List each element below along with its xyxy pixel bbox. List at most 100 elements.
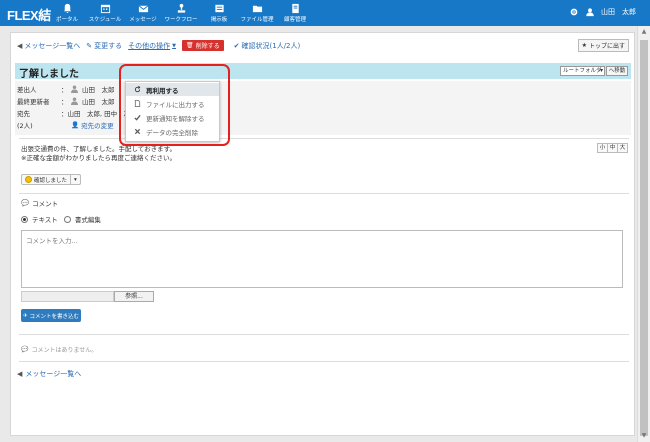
- nav-file-management[interactable]: ファイル管理: [238, 0, 276, 26]
- browse-button[interactable]: 参照...: [114, 291, 154, 302]
- nav-message[interactable]: メッセージ: [124, 0, 162, 26]
- file-path-field[interactable]: [21, 291, 114, 302]
- confirmed-label: 確認しました: [34, 177, 68, 184]
- check-circle-icon: ✔: [233, 41, 240, 50]
- delete-label: 削除する: [195, 43, 220, 50]
- nav-board[interactable]: 掲示板: [200, 0, 238, 26]
- text-radio[interactable]: [21, 215, 28, 223]
- footer-back-label: メッセージ一覧へ: [25, 370, 82, 378]
- font-size-large-button[interactable]: 大: [617, 143, 628, 153]
- scroll-up-arrow-icon[interactable]: ▲: [638, 26, 650, 38]
- rich-format-radio-label[interactable]: 書式編集: [75, 214, 101, 224]
- board-icon: [214, 4, 224, 13]
- workflow-icon: [177, 3, 185, 13]
- confirm-status-label: 確認状況(1人/2人): [241, 41, 301, 50]
- edit-icon: ✎: [86, 41, 93, 50]
- user-area: 山田 太郎: [569, 7, 636, 17]
- user-icon: [586, 8, 594, 17]
- user-name[interactable]: 山田 太郎: [601, 7, 636, 17]
- triangle-left-icon: ◀: [17, 370, 23, 378]
- nav-label: ワークフロー: [164, 17, 198, 23]
- nav-label: スケジュール: [88, 17, 122, 23]
- user-icon: [71, 97, 78, 105]
- sender-value[interactable]: 山田 太郎: [82, 84, 115, 94]
- body-line-2: ※正確な金額がわかりましたら再度ご連絡ください。: [21, 154, 176, 162]
- comment-heading: 💬 コメント: [21, 198, 58, 208]
- confirmed-button[interactable]: 確認しました ▾: [21, 174, 81, 185]
- smile-icon: [25, 176, 32, 183]
- message-body: 出張交通費の件、了解しました。手配しておきます。 ※正確な金額がわかりましたら再…: [21, 145, 176, 163]
- other-operations-label: その他の操作: [128, 41, 171, 50]
- post-comment-button[interactable]: ✈ コメントを書き込む: [21, 309, 81, 322]
- edit-link[interactable]: ✎ 変更する: [86, 41, 122, 51]
- nav-label: メッセージ: [129, 17, 157, 23]
- move-button[interactable]: へ移動: [606, 66, 628, 76]
- divider: [19, 193, 629, 194]
- divider: [19, 334, 629, 335]
- no-comment-label: コメントはありません。: [31, 347, 98, 354]
- scroll-thumb[interactable]: [640, 40, 648, 436]
- sender-key: 差出人: [17, 86, 37, 94]
- to-key: 宛先: [17, 110, 30, 118]
- confirmed-main[interactable]: 確認しました: [22, 175, 72, 184]
- folder-icon: [252, 5, 262, 13]
- message-title-bar: 了解しました ルートフォルダ へ移動: [15, 63, 631, 80]
- star-icon: ★: [581, 42, 587, 49]
- nav-schedule[interactable]: スケジュール: [86, 0, 124, 26]
- body-line-1: 出張交通費の件、了解しました。手配しておきます。: [21, 145, 176, 153]
- nav-portal[interactable]: ポータル: [48, 0, 86, 26]
- nav-label: 顧客管理: [283, 17, 306, 23]
- user-icon: [71, 85, 78, 93]
- message-title: 了解しました: [19, 69, 79, 80]
- triangle-left-icon: ◀: [17, 41, 23, 50]
- nav-label: 掲示板: [210, 17, 228, 23]
- send-icon: ✈: [22, 312, 28, 319]
- envelope-icon: [138, 5, 148, 13]
- back-to-list-label: メッセージ一覧へ: [24, 41, 81, 50]
- footer-back-to-list-link[interactable]: ◀ メッセージ一覧へ: [17, 369, 81, 379]
- main-nav: ポータル スケジュール メッセージ ワークフロー 掲示板 ファイル管理 顧客管理: [48, 0, 314, 26]
- back-to-list-link[interactable]: ◀ メッセージ一覧へ: [17, 41, 80, 51]
- highlight-callout: [119, 64, 230, 146]
- change-recipients-link[interactable]: 👤 宛先の変更: [71, 120, 114, 130]
- scroll-down-arrow-icon[interactable]: ▼: [638, 430, 650, 442]
- nav-workflow[interactable]: ワークフロー: [162, 0, 200, 26]
- message-toolbar: ◀ メッセージ一覧へ ✎ 変更する その他の操作 ▼ 🗑 削除する ✔ 確認状況…: [17, 39, 629, 52]
- comment-heading-label: コメント: [32, 200, 59, 208]
- customer-icon: [291, 3, 299, 14]
- other-operations-menu[interactable]: その他の操作 ▼: [128, 41, 176, 51]
- rich-format-radio[interactable]: [63, 215, 71, 223]
- calendar-icon: [100, 4, 110, 14]
- speech-bubble-icon: 💬: [21, 199, 30, 207]
- to-top-button[interactable]: ★ トップに出す: [577, 39, 629, 52]
- app-logo[interactable]: FLEX結: [7, 5, 51, 24]
- font-size-buttons: 小 中 大: [597, 143, 628, 153]
- user-icon: 👤: [71, 121, 80, 129]
- change-recipients-label: 宛先の変更: [81, 122, 114, 130]
- folder-select[interactable]: ルートフォルダ: [560, 66, 605, 76]
- nav-label: ポータル: [55, 17, 78, 23]
- updater-key: 最終更新者: [17, 98, 50, 106]
- post-comment-label: コメントを書き込む: [29, 313, 80, 320]
- updater-value[interactable]: 山田 太郎: [82, 96, 115, 106]
- top-header: FLEX結 ポータル スケジュール メッセージ ワークフロー 掲示板 ファイル管…: [0, 0, 650, 26]
- no-comment-notice: 💬 コメントはありません。: [21, 345, 97, 354]
- comment-input[interactable]: [21, 230, 623, 288]
- nav-label: ファイル管理: [240, 17, 274, 23]
- nav-customer-management[interactable]: 顧客管理: [276, 0, 314, 26]
- to-top-label: トップに出す: [588, 43, 625, 50]
- divider: [19, 361, 629, 362]
- vertical-scrollbar[interactable]: ▲ ▼: [637, 26, 650, 442]
- text-radio-label[interactable]: テキスト: [32, 214, 58, 224]
- comment-format-radios: テキスト 書式編集: [21, 214, 101, 224]
- edit-label: 変更する: [94, 41, 123, 50]
- caret-down-icon[interactable]: ▾: [71, 177, 80, 183]
- speech-bubble-icon: 💬: [21, 346, 29, 353]
- gear-icon[interactable]: [569, 7, 579, 17]
- message-detail-page: ◀ メッセージ一覧へ ✎ 変更する その他の操作 ▼ 🗑 削除する ✔ 確認状況…: [10, 32, 635, 436]
- bell-icon: [63, 3, 71, 14]
- confirm-status-link[interactable]: ✔ 確認状況(1人/2人): [234, 41, 301, 51]
- caret-down-icon: ▼: [172, 42, 176, 49]
- delete-button[interactable]: 🗑 削除する: [182, 40, 224, 51]
- divider: [19, 138, 629, 139]
